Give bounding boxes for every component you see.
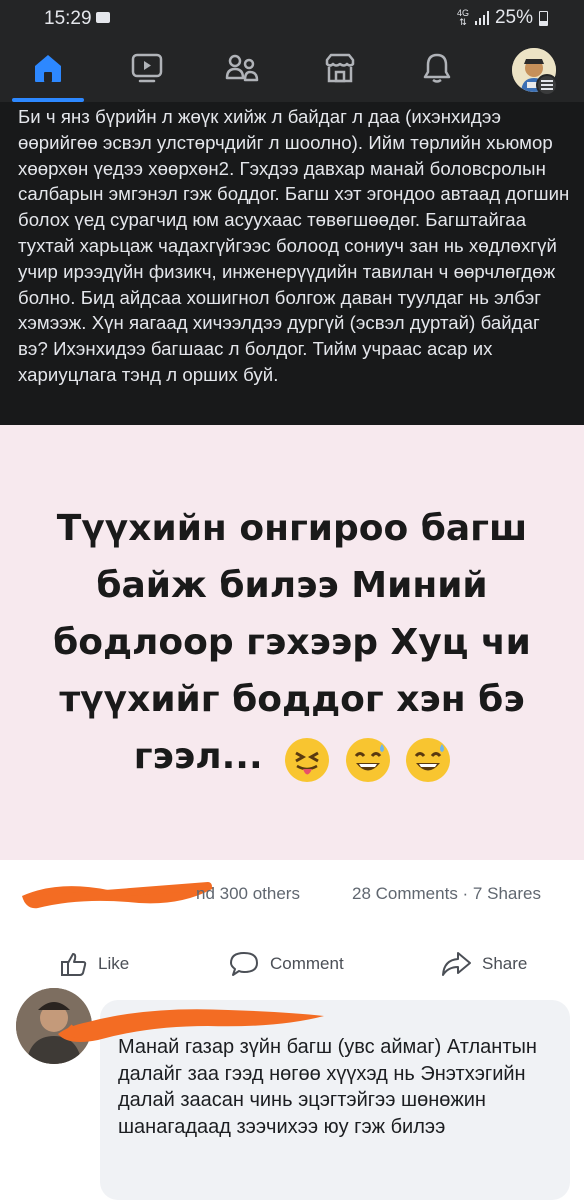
status-bar: 15:29 4G ⇅ 25%	[0, 0, 584, 36]
post-image[interactable]: Түүхийн онгироо багш байж билээ Миний бо…	[0, 425, 584, 860]
status-right: 4G ⇅ 25%	[457, 7, 548, 29]
nav-home[interactable]	[12, 42, 84, 102]
groups-icon	[225, 54, 259, 82]
facebook-nav-bar	[0, 36, 584, 102]
bell-icon	[423, 53, 451, 83]
meme-line: Түүхийн онгироо багш	[56, 508, 528, 549]
status-time: 15:29	[44, 8, 92, 29]
menu-icon[interactable]	[536, 74, 558, 96]
sweat-smile-emoji-icon	[345, 737, 390, 782]
nav-groups[interactable]	[212, 42, 272, 94]
home-icon	[35, 55, 61, 82]
battery-icon	[539, 10, 548, 26]
meme-line: түүхийг боддог хэн бэ	[59, 679, 525, 720]
nav-notifications[interactable]	[407, 42, 467, 94]
post-body-text: Би ч янз бүрийн л жөүк хийж л байдаг л д…	[18, 106, 570, 385]
comments-shares-count[interactable]: 28 Comments · 7 Shares	[352, 884, 541, 904]
nav-watch[interactable]	[117, 42, 177, 94]
video-icon	[131, 53, 163, 83]
message-notification-icon	[96, 12, 110, 23]
share-button[interactable]: Share	[440, 950, 527, 978]
redaction-scribble	[22, 882, 214, 909]
comment-button[interactable]: Comment	[228, 950, 344, 978]
comment-icon	[230, 952, 258, 976]
marketplace-icon	[325, 53, 355, 83]
post-stats: nd 300 others 28 Comments · 7 Shares	[0, 860, 584, 930]
inner-post-screenshot: nd 300 others 28 Comments · 7 Shares Lik…	[0, 860, 584, 1200]
comment-text: Манай газар зүйн багш (увс аймаг) Атлант…	[118, 1036, 537, 1138]
meme-line: бодлоор гэхээр Хуц чи	[53, 622, 531, 663]
like-button[interactable]: Like	[60, 950, 129, 978]
thumbs-up-icon	[61, 953, 87, 976]
likes-count[interactable]: nd 300 others	[196, 884, 300, 904]
nav-marketplace[interactable]	[310, 42, 370, 94]
sweat-smile-emoji-icon	[406, 737, 451, 782]
comment: Манай газар зүйн багш (увс аймаг) Атлант…	[0, 988, 584, 1200]
meme-line-last: гээл...	[20, 728, 564, 787]
meme-caption: Түүхийн онгироо багш байж билээ Миний бо…	[20, 500, 564, 787]
signal-icon	[474, 11, 489, 25]
share-icon	[442, 952, 471, 976]
network-type: 4G ⇅	[456, 8, 469, 27]
squinting-tongue-emoji-icon	[285, 737, 330, 782]
battery-percent: 25%	[494, 7, 533, 28]
meme-line: байж билээ Миний	[96, 565, 488, 606]
